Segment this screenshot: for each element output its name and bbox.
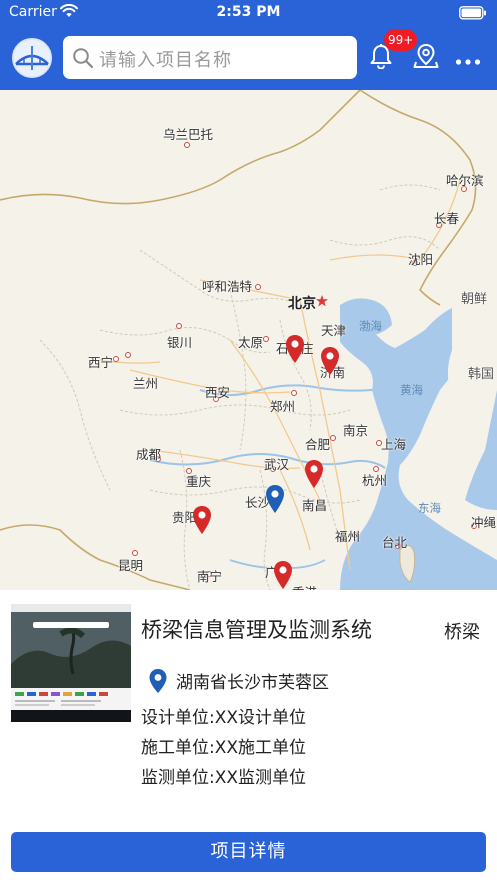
map-label-east-sea: 东海: [418, 501, 441, 515]
map-label-taiyuan: 太原: [238, 335, 264, 350]
location-pin-icon: [148, 668, 168, 698]
map-label-hefei: 合肥: [305, 437, 331, 452]
bridge-logo-icon[interactable]: [12, 38, 52, 78]
construction-unit: 施工单位:XX施工单位: [141, 738, 307, 758]
city-dot: [176, 323, 182, 329]
map-label-xining: 西宁: [88, 355, 114, 370]
map-pin-icon[interactable]: [303, 459, 325, 489]
city-dot: [125, 352, 131, 358]
project-address: 湖南省长沙市芙蓉区: [176, 673, 329, 693]
map-pin-icon-selected[interactable]: [264, 484, 286, 514]
capital-star-icon: [316, 295, 328, 307]
map-label-changchun: 长春: [434, 211, 460, 226]
map-pin-icon[interactable]: [272, 560, 294, 590]
map-label-nanjing: 南京: [343, 423, 369, 438]
map-pin-icon[interactable]: [191, 505, 213, 535]
map-label-hohhot: 呼和浩特: [202, 279, 253, 294]
map-label-shanghai: 上海: [381, 437, 407, 452]
project-title: 桥梁信息管理及监测系统: [141, 618, 372, 642]
search-placeholder: 请输入项目名称: [99, 50, 232, 71]
project-detail-button[interactable]: 项目详情: [11, 832, 486, 872]
map-label-nanning: 南宁: [197, 569, 223, 584]
map-label-kunming: 昆明: [118, 558, 144, 573]
map-label-chongqing: 重庆: [186, 474, 212, 489]
design-unit: 设计单位:XX设计单位: [141, 708, 307, 728]
map-label-hongkong: 香港: [292, 582, 317, 590]
search-input[interactable]: 请输入项目名称: [63, 36, 357, 79]
city-dot: [255, 284, 261, 290]
project-thumbnail[interactable]: [11, 604, 131, 722]
map-label-fuzhou: 福州: [335, 529, 361, 544]
map-label-dprk: 朝鲜: [461, 292, 488, 307]
search-icon: [72, 47, 94, 73]
top-nav: 请输入项目名称 99+: [0, 26, 497, 90]
map-label-yellow-sea: 黄海: [400, 383, 423, 397]
map-label-harbin: 哈尔滨: [446, 173, 484, 188]
map-label-shenyang: 沈阳: [408, 252, 434, 267]
map-label-xian: 西安: [205, 385, 231, 400]
app-header: Carrier 2:53 PM 请输入项目名称 99+: [0, 0, 497, 90]
city-dot: [330, 435, 336, 441]
city-dot: [263, 336, 269, 342]
map-pin-icon[interactable]: [319, 346, 341, 376]
more-icon[interactable]: [455, 51, 481, 70]
status-bar: Carrier 2:53 PM: [0, 0, 497, 26]
map-label-chengdu: 成都: [136, 447, 162, 462]
battery-icon: [459, 5, 487, 24]
project-type-tag: 桥梁: [444, 622, 480, 643]
map-label-beijing: 北京: [288, 296, 316, 312]
map-label-wuhan: 武汉: [264, 457, 290, 472]
map-label-lanzhou: 兰州: [133, 376, 159, 391]
map-label-tianjin: 天津: [321, 323, 347, 338]
status-time: 2:53 PM: [216, 4, 281, 20]
map-pin-icon[interactable]: [284, 334, 306, 364]
map-label-okinawa: 冲绳: [471, 515, 497, 530]
project-map[interactable]: 乌兰巴托 哈尔滨 长春 沈阳 呼和浩特 北京 朝鲜 天津 渤海 银川 太原 石家…: [0, 90, 497, 590]
map-label-zhengzhou: 郑州: [270, 399, 296, 414]
project-card[interactable]: 桥梁信息管理及监测系统 桥梁 湖南省长沙市芙蓉区 设计单位:XX设计单位 施工单…: [0, 590, 497, 883]
map-label-yinchuan: 银川: [167, 335, 193, 350]
map-label-rok: 韩国: [468, 367, 495, 382]
map-label-taipei: 台北: [382, 535, 408, 550]
map-label-bohai: 渤海: [359, 319, 382, 333]
location-icon[interactable]: [413, 43, 439, 73]
map-label-hangzhou: 杭州: [362, 473, 388, 488]
map-label-ulaanbaatar: 乌兰巴托: [163, 127, 214, 142]
map-label-nanchang: 南昌: [302, 498, 328, 513]
monitoring-unit: 监测单位:XX监测单位: [141, 768, 307, 788]
city-dot: [113, 356, 119, 362]
